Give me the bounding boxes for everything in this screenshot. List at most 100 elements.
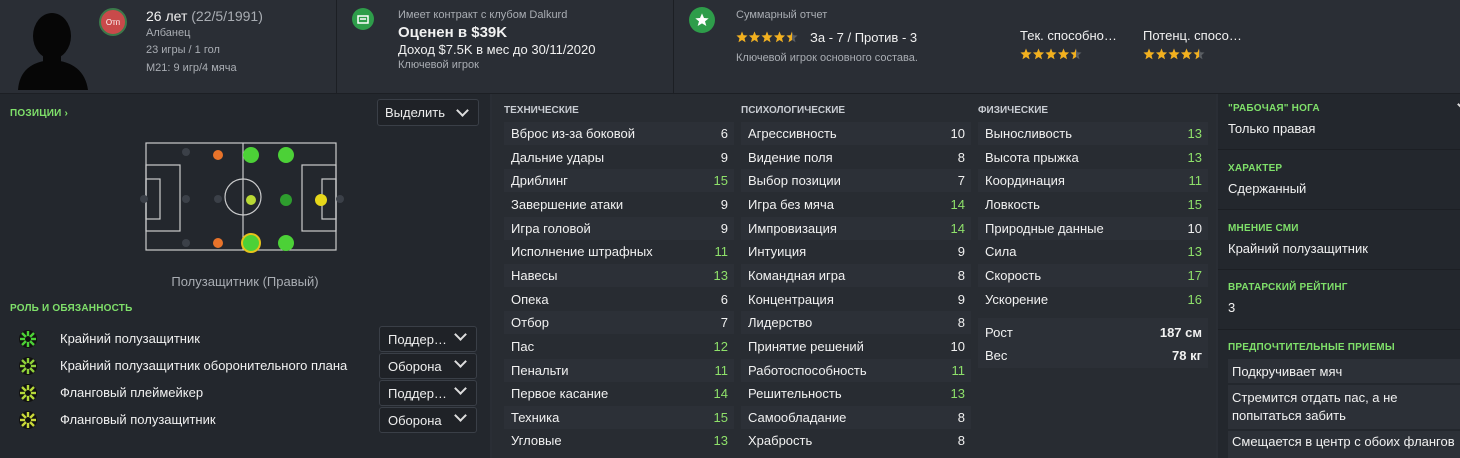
chevron-down-icon xyxy=(456,104,469,117)
attribute-name: Угловые xyxy=(511,433,562,449)
attribute-name: Техника xyxy=(511,409,560,425)
attribute-value: 15 xyxy=(713,173,728,189)
attribute-row[interactable]: Координация 11 xyxy=(978,169,1208,193)
role-name: Фланговый полузащитник xyxy=(60,412,216,427)
attribute-row[interactable]: Выбор позиции 7 xyxy=(741,169,971,193)
attribute-row[interactable]: Выносливость 13 xyxy=(978,122,1208,145)
duty-label: Поддер… xyxy=(388,331,447,347)
attribute-row[interactable]: Храбрость 8 xyxy=(741,429,971,452)
ppm-text: Смещается в центр с обоих флангов xyxy=(1232,434,1455,449)
chevron-down-icon xyxy=(454,355,467,368)
attribute-value: 9 xyxy=(720,196,728,212)
attribute-name: Ловкость xyxy=(985,196,1040,212)
attribute-row[interactable]: Ловкость 15 xyxy=(978,193,1208,216)
attribute-value: 15 xyxy=(713,409,728,425)
attribute-row[interactable]: Пас 12 xyxy=(504,335,734,358)
duty-dropdown[interactable]: Поддер… xyxy=(379,326,477,352)
highlight-dropdown[interactable]: Выделить xyxy=(377,99,479,126)
duty-dropdown[interactable]: Поддер… xyxy=(379,380,477,406)
attribute-row[interactable]: Сила 13 xyxy=(978,240,1208,263)
attribute-value: 9 xyxy=(957,244,965,260)
player-value: Оценен в $39K xyxy=(398,24,508,41)
attribute-row[interactable]: Решительность 13 xyxy=(741,382,971,405)
contract-club[interactable]: Имеет контракт с клубом Dalkurd xyxy=(398,9,567,21)
duty-label: Оборона xyxy=(388,412,442,428)
attribute-value: 6 xyxy=(720,126,728,141)
attribute-name: Концентрация xyxy=(748,291,834,307)
character-label: ХАРАКТЕР xyxy=(1228,163,1283,174)
attribute-name: Вброс из-за боковой xyxy=(511,126,636,141)
positions-link[interactable]: ПОЗИЦИИ › xyxy=(10,108,68,119)
role-row[interactable]: Фланговый плеймейкер Поддер… xyxy=(0,380,490,406)
divider xyxy=(1218,209,1460,210)
star-icon xyxy=(1181,48,1192,60)
attribute-row[interactable]: Принятие решений 10 xyxy=(741,335,971,358)
attribute-row[interactable]: Дальние удары 9 xyxy=(504,146,734,169)
attribute-row[interactable]: Исполнение штрафных 11 xyxy=(504,240,734,263)
position-dot xyxy=(278,235,294,251)
attribute-value: 13 xyxy=(950,386,965,402)
role-row[interactable]: Крайний полузащитник оборонительного пла… xyxy=(0,353,490,379)
ppm-item[interactable]: Смещается в центр с обоих флангов xyxy=(1228,431,1460,458)
duty-dropdown[interactable]: Оборона xyxy=(379,407,477,433)
ppm-item[interactable]: Подкручивает мяч xyxy=(1228,359,1460,383)
attribute-value: 7 xyxy=(957,173,965,189)
attribute-row[interactable]: Природные данные 10 xyxy=(978,216,1208,240)
attribute-name: Работоспособность xyxy=(748,362,867,378)
attribute-value: 16 xyxy=(1187,291,1202,307)
gk-rating-label: ВРАТАРСКИЙ РЕЙТИНГ xyxy=(1228,282,1348,293)
age-line: 26 лет (22/5/1991) xyxy=(146,8,263,24)
attribute-row[interactable]: Командная игра 8 xyxy=(741,263,971,287)
report-title[interactable]: Суммарный отчет xyxy=(736,9,827,21)
height-label: Рост xyxy=(985,325,1013,340)
attribute-name: Отбор xyxy=(511,315,549,331)
attribute-row[interactable]: Техника 15 xyxy=(504,405,734,429)
attribute-row[interactable]: Видение поля 8 xyxy=(741,146,971,169)
divider xyxy=(1218,149,1460,150)
wage-info: Доход $7.5K в мес до 30/11/2020 xyxy=(398,42,596,57)
attribute-row[interactable]: Вброс из-за боковой 6 xyxy=(504,122,734,145)
attribute-name: Импровизация xyxy=(748,220,837,236)
attribute-row[interactable]: Интуиция 9 xyxy=(741,240,971,263)
ppm-item[interactable]: Стремится отдать пас, а не попытаться за… xyxy=(1228,385,1460,429)
attribute-row[interactable]: Работоспособность 11 xyxy=(741,358,971,382)
attribute-row[interactable]: Агрессивность 10 xyxy=(741,122,971,145)
attribute-row[interactable]: Дриблинг 15 xyxy=(504,169,734,193)
attribute-row[interactable]: Высота прыжка 13 xyxy=(978,146,1208,169)
height-value: 187 см xyxy=(1159,325,1202,340)
position-dot xyxy=(213,150,223,160)
attribute-row[interactable]: Скорость 17 xyxy=(978,263,1208,287)
attribute-value: 8 xyxy=(957,409,965,425)
attribute-name: Высота прыжка xyxy=(985,149,1079,165)
attribute-name: Дриблинг xyxy=(511,173,568,189)
role-row[interactable]: Фланговый полузащитник Оборона xyxy=(0,407,490,433)
star-icon xyxy=(1156,48,1167,60)
body-stats: Рост 187 см Вес 78 кг xyxy=(978,318,1208,368)
attribute-row[interactable]: Импровизация 14 xyxy=(741,216,971,240)
position-dot-selected xyxy=(241,233,261,253)
attribute-name: Игра без мяча xyxy=(748,196,834,212)
attribute-row[interactable]: Ускорение 16 xyxy=(978,288,1208,311)
duty-label: Поддер… xyxy=(388,385,447,401)
attribute-row[interactable]: Самообладание 8 xyxy=(741,405,971,429)
attribute-row[interactable]: Игра без мяча 14 xyxy=(741,193,971,216)
attribute-row[interactable]: Угловые 13 xyxy=(504,429,734,452)
attribute-row[interactable]: Лидерство 8 xyxy=(741,311,971,335)
role-suitability-icon xyxy=(19,357,37,375)
role-row[interactable]: Крайний полузащитник Поддер… xyxy=(0,326,490,352)
attribute-row[interactable]: Первое касание 14 xyxy=(504,382,734,405)
star-icon xyxy=(1045,48,1057,60)
duty-dropdown[interactable]: Оборона xyxy=(379,353,477,379)
attribute-row[interactable]: Пенальти 11 xyxy=(504,358,734,382)
attribute-value: 14 xyxy=(950,220,965,236)
attribute-row[interactable]: Навесы 13 xyxy=(504,263,734,287)
attribute-value: 13 xyxy=(1187,244,1202,260)
attribute-row[interactable]: Концентрация 9 xyxy=(741,288,971,311)
positions-title: ПОЗИЦИИ xyxy=(10,108,62,119)
attribute-row[interactable]: Отбор 7 xyxy=(504,311,734,335)
attribute-row[interactable]: Игра головой 9 xyxy=(504,216,734,240)
star-icon xyxy=(1193,48,1205,60)
nation-badge[interactable]: Отп xyxy=(99,8,127,36)
attribute-row[interactable]: Завершение атаки 9 xyxy=(504,193,734,216)
attribute-row[interactable]: Опека 6 xyxy=(504,288,734,311)
